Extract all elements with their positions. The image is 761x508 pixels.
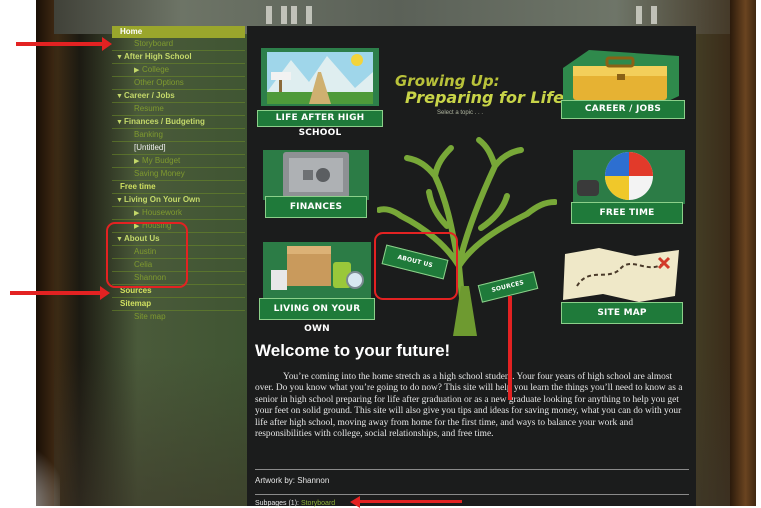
- triangle-right-icon: ▶: [134, 158, 140, 165]
- sidebar-item-banking[interactable]: Banking: [112, 129, 245, 142]
- tile-living-on-your-own[interactable]: LIVING ON YOUR OWN: [257, 240, 377, 334]
- tile-label: SITE MAP: [561, 302, 683, 324]
- divider: [255, 469, 689, 470]
- sidebar-item-resume[interactable]: Resume: [112, 103, 245, 116]
- sidebar-item-label: Finances / Budgeting: [124, 117, 205, 126]
- divider: [255, 494, 689, 495]
- intro-paragraph: You’re coming into the home stretch as a…: [255, 372, 683, 440]
- site-subtitle: Select a topic . . .: [437, 110, 484, 116]
- sidebar-item-saving-money[interactable]: Saving Money: [112, 168, 245, 181]
- arrowhead-icon: [100, 286, 110, 300]
- sidebar-item-other-options[interactable]: Other Options: [112, 77, 245, 90]
- annotation-arrow-storyboard: [16, 42, 104, 46]
- corner-fade: [0, 430, 60, 506]
- tile-career-jobs[interactable]: CAREER / JOBS: [559, 46, 685, 122]
- sidebar-item-home[interactable]: Home: [112, 26, 245, 38]
- building-window: [281, 6, 287, 24]
- triangle-down-icon: ▼: [116, 119, 123, 126]
- sidebar-item-career-jobs[interactable]: ▼Career / Jobs: [112, 90, 245, 103]
- sidebar-item-after-high-school[interactable]: ▼After High School: [112, 51, 245, 64]
- artwork-credit: Artwork by: Shannon: [255, 476, 330, 485]
- sidebar-item-label: College: [142, 65, 170, 74]
- tile-label: FINANCES: [265, 196, 367, 218]
- sidebar-item-label: Living On Your Own: [124, 195, 201, 204]
- main-panel: LIFE AFTER HIGH SCHOOL Growing Up: Prepa…: [247, 26, 696, 507]
- page-heading: Welcome to your future!: [255, 341, 451, 360]
- tile-label: LIVING ON YOUR OWN: [259, 298, 375, 334]
- sidebar-item-storyboard[interactable]: Storyboard: [112, 38, 245, 51]
- page-edge: [756, 0, 761, 506]
- tile-free-time[interactable]: FREE TIME: [569, 146, 689, 230]
- sidebar-item-living-on-your-own[interactable]: ▼Living On Your Own: [112, 194, 245, 207]
- tile-life-after-high-school[interactable]: LIFE AFTER HIGH SCHOOL: [257, 42, 383, 138]
- triangle-down-icon: ▼: [116, 93, 123, 100]
- beach-ball-icon: [573, 150, 685, 204]
- sidebar-item-untitled[interactable]: [Untitled]: [112, 142, 245, 155]
- sidebar-item-my-budget[interactable]: ▶ My Budget: [112, 155, 245, 168]
- annotation-box-about-us-sign: [374, 232, 458, 300]
- safe-icon: [263, 150, 369, 200]
- sidebar-nav: Home Storyboard ▼After High School ▶ Coll…: [112, 26, 245, 336]
- building-window: [636, 6, 642, 24]
- map-icon: [563, 248, 679, 302]
- sidebar-item-college[interactable]: ▶ College: [112, 64, 245, 77]
- tile-label: FREE TIME: [571, 202, 683, 224]
- annotation-arrow-sources: [10, 291, 102, 295]
- sidebar-item-label: My Budget: [142, 156, 181, 165]
- tile-site-map[interactable]: SITE MAP: [559, 246, 685, 326]
- triangle-down-icon: ▼: [116, 54, 123, 61]
- annotation-box-about-us-nav: [106, 222, 188, 288]
- building-window: [306, 6, 312, 24]
- sidebar-item-sitemap[interactable]: Sitemap: [112, 298, 245, 311]
- mountain-road-icon: [261, 48, 379, 106]
- sidebar-item-label: Career / Jobs: [124, 91, 175, 100]
- briefcase-icon: [563, 50, 679, 108]
- triangle-right-icon: ▶: [134, 210, 140, 217]
- tile-label: CAREER / JOBS: [561, 100, 685, 119]
- triangle-right-icon: ▶: [134, 67, 140, 74]
- building-window: [651, 6, 657, 24]
- building-window: [266, 6, 272, 24]
- tile-finances[interactable]: FINANCES: [261, 150, 371, 220]
- arrowhead-icon: [102, 37, 112, 51]
- sidebar-item-free-time[interactable]: Free time: [112, 181, 245, 194]
- annotation-arrow-subpage: [358, 500, 462, 503]
- triangle-down-icon: ▼: [116, 197, 123, 204]
- sidebar-item-finances-budgeting[interactable]: ▼Finances / Budgeting: [112, 116, 245, 129]
- site-title-line2: Preparing for Life: [405, 88, 564, 107]
- sidebar-item-label: After High School: [124, 52, 192, 61]
- annotation-line-sources: [508, 296, 512, 400]
- tile-label: LIFE AFTER HIGH SCHOOL: [257, 110, 383, 138]
- sidebar-item-label: Housework: [142, 208, 183, 217]
- sidebar-item-site-map[interactable]: Site map: [112, 311, 245, 323]
- moving-boxes-icon: [263, 242, 371, 298]
- arrowhead-icon: [350, 496, 360, 508]
- sidebar-item-housework[interactable]: ▶ Housework: [112, 207, 245, 220]
- building-window: [291, 6, 297, 24]
